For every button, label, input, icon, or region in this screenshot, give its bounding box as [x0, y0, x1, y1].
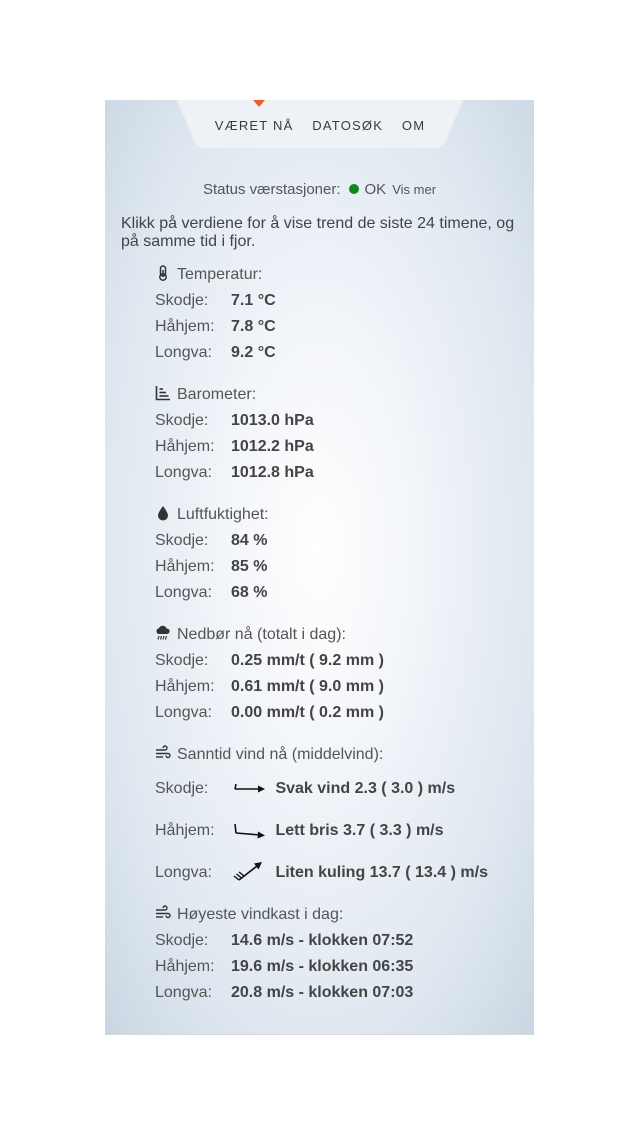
wind-title: Sanntid vind nå (middelvind): [177, 746, 384, 763]
humidity-section: Luftfuktighet: Skodje: 84 % Håhjem: 85 % L… [155, 502, 269, 606]
station-status: Status værstasjoner: OK Vis mer [105, 181, 534, 198]
temperature-row-hahjem[interactable]: Håhjem: 7.8 °C [155, 314, 276, 340]
nav-datosok[interactable]: DATOSØK [312, 118, 383, 133]
thermometer-icon [159, 265, 167, 281]
barometer-row-hahjem[interactable]: Håhjem: 1012.2 hPa [155, 434, 314, 460]
temperature-title: Temperatur: [177, 266, 263, 283]
humidity-title: Luftfuktighet: [177, 506, 269, 523]
gust-row-skodje[interactable]: Skodje: 14.6 m/s - klokken 07:52 [155, 928, 413, 954]
gust-section: Høyeste vindkast i dag: Skodje: 14.6 m/s … [155, 902, 413, 1006]
precipitation-section: Nedbør nå (totalt i dag): Skodje: 0.25 mm… [155, 622, 384, 726]
gust-title: Høyeste vindkast i dag: [177, 906, 344, 923]
humidity-row-skodje[interactable]: Skodje: 84 % [155, 528, 269, 554]
status-state: OK [364, 181, 387, 198]
wind-row-longva[interactable]: Longva: Liten kuling 13.7 ( 13.4 ) m/s [155, 852, 488, 894]
weather-panel: VÆRET NÅ DATOSØK OM Status værstasjoner:… [105, 100, 534, 1035]
temperature-section: Temperatur: Skodje: 7.1 °C Håhjem: 7.8 °C … [155, 262, 276, 366]
wind-barb-gale-icon [234, 861, 263, 881]
status-ok-dot [348, 184, 359, 194]
barometer-row-longva[interactable]: Longva: 1012.8 hPa [155, 460, 314, 486]
navigation-bar: VÆRET NÅ DATOSØK OM [177, 100, 463, 148]
precipitation-row-longva[interactable]: Longva: 0.00 mm/t ( 0.2 mm ) [155, 700, 384, 726]
intro-text: Klikk på verdiene for å vise trend de si… [121, 215, 515, 250]
wind-row-skodje[interactable]: Skodje: Svak vind 2.3 ( 3.0 ) m/s [155, 768, 488, 810]
wind-icon [156, 905, 171, 919]
gust-row-hahjem[interactable]: Håhjem: 19.6 m/s - klokken 06:35 [155, 954, 413, 980]
precipitation-row-hahjem[interactable]: Håhjem: 0.61 mm/t ( 9.0 mm ) [155, 674, 384, 700]
precipitation-row-skodje[interactable]: Skodje: 0.25 mm/t ( 9.2 mm ) [155, 648, 384, 674]
chart-bars-icon [155, 386, 170, 401]
vis-mer-link[interactable]: Vis mer [392, 182, 436, 197]
wind-barb-breeze-icon [234, 823, 266, 839]
temperature-row-longva[interactable]: Longva: 9.2 °C [155, 340, 276, 366]
nav-vaeret-na[interactable]: VÆRET NÅ [215, 118, 294, 133]
wind-row-hahjem[interactable]: Håhjem: Lett bris 3.7 ( 3.3 ) m/s [155, 810, 488, 852]
rain-cloud-icon [156, 625, 170, 640]
status-label: Status værstasjoner: [202, 181, 341, 198]
barometer-title: Barometer: [177, 386, 257, 403]
humidity-row-hahjem[interactable]: Håhjem: 85 % [155, 554, 269, 580]
barometer-section: Barometer: Skodje: 1013.0 hPa Håhjem: 1012… [155, 382, 314, 486]
barometer-row-skodje[interactable]: Skodje: 1013.0 hPa [155, 408, 314, 434]
active-tab-indicator [253, 100, 265, 107]
humidity-row-longva[interactable]: Longva: 68 % [155, 580, 269, 606]
wind-section: Sanntid vind nå (middelvind): Skodje: Sv… [155, 742, 488, 894]
wind-barb-light-icon [234, 783, 266, 793]
precipitation-title: Nedbør nå (totalt i dag): [177, 626, 346, 643]
gust-row-longva[interactable]: Longva: 20.8 m/s - klokken 07:03 [155, 980, 413, 1006]
nav-om[interactable]: OM [402, 118, 425, 133]
wind-icon [156, 745, 171, 759]
droplet-icon [158, 506, 168, 521]
temperature-row-skodje[interactable]: Skodje: 7.1 °C [155, 288, 276, 314]
